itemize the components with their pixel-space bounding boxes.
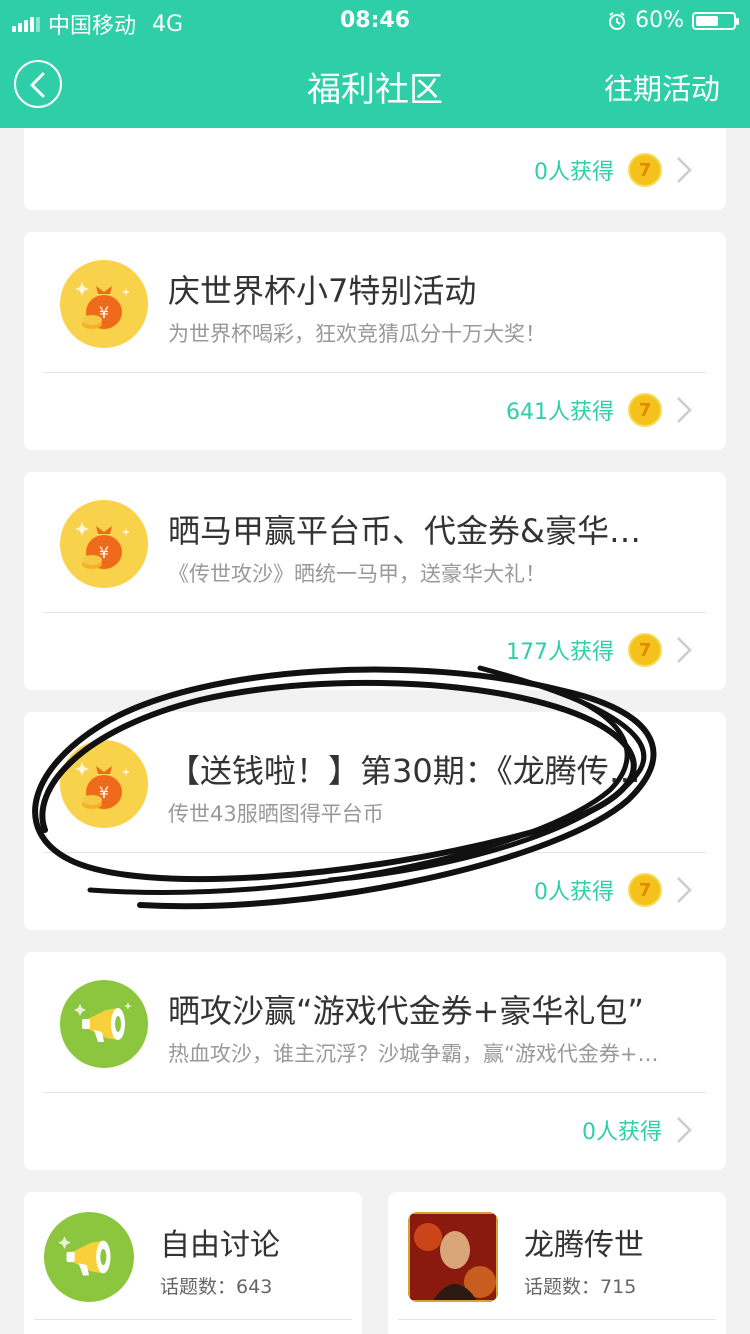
- status-right: 60%: [607, 8, 739, 33]
- coin-icon: 7: [628, 153, 662, 187]
- obtained-count: 641人获得: [506, 400, 614, 425]
- chevron-right-icon: [677, 397, 692, 423]
- divider: [44, 372, 706, 373]
- obtained-count: 177人获得: [506, 640, 614, 665]
- topics-label: 话题数：: [160, 1276, 237, 1298]
- coin-icon: 7: [628, 393, 662, 427]
- chevron-right-icon: [677, 1117, 692, 1143]
- megaphone-icon: [44, 1212, 134, 1302]
- activity-title: 【送钱啦！】第30期：《龙腾传…: [168, 752, 641, 790]
- divider: [44, 612, 706, 613]
- activity-card[interactable]: ¥ 【送钱啦！】第30期：《龙腾传… 传世43服晒图得平台币 0人获得 7: [24, 712, 726, 930]
- forum-card-longteng[interactable]: 龙腾传世 话题数：715: [388, 1192, 726, 1334]
- forum-name: 龙腾传世: [524, 1228, 644, 1263]
- nav-bar: 福利社区 往期活动: [0, 40, 750, 128]
- battery-percent: 60%: [635, 8, 684, 33]
- topics-value: 643: [236, 1276, 273, 1298]
- divider: [398, 1319, 716, 1320]
- activity-subtitle: 《传世攻沙》晒统一马甲，送豪华大礼！: [168, 562, 546, 586]
- alarm-icon: [609, 11, 626, 30]
- game-thumbnail: [408, 1212, 498, 1302]
- forum-card-free-discussion[interactable]: 自由讨论 话题数：643: [24, 1192, 362, 1334]
- activity-card-partial[interactable]: 0人获得 7: [24, 128, 726, 210]
- money-bag-icon: ¥: [60, 500, 148, 588]
- card-footer: 641人获得 7: [506, 390, 692, 430]
- divider: [44, 1092, 706, 1093]
- forum-topic-count: 话题数：715: [524, 1272, 636, 1299]
- obtained-count: 0人获得: [534, 880, 614, 905]
- activity-card[interactable]: 晒攻沙赢“游戏代金券+豪华礼包” 热血攻沙，谁主沉浮？沙城争霸，赢“游戏代金券+…: [24, 952, 726, 1170]
- activity-title: 晒攻沙赢“游戏代金券+豪华礼包”: [168, 992, 644, 1030]
- forum-topic-count: 话题数：643: [160, 1272, 272, 1299]
- battery-icon: [692, 11, 739, 30]
- past-activities-link[interactable]: 往期活动: [604, 66, 720, 108]
- coin-icon: 7: [628, 873, 662, 907]
- chevron-right-icon: [677, 877, 692, 903]
- card-footer: 0人获得: [582, 1110, 692, 1150]
- status-bar: 中国移动 4G 08:46 60%: [0, 0, 750, 40]
- obtained-count: 0人获得: [582, 1120, 662, 1145]
- megaphone-icon: [60, 980, 148, 1068]
- divider: [34, 1319, 352, 1320]
- card-footer: 0人获得 7: [534, 870, 692, 910]
- obtained-count: 0人获得: [534, 160, 614, 185]
- chevron-right-icon: [677, 637, 692, 663]
- card-footer: 0人获得 7: [534, 150, 692, 190]
- activity-subtitle: 为世界杯喝彩，狂欢竞猜瓜分十万大奖！: [168, 322, 546, 346]
- activity-card[interactable]: ¥ 庆世界杯小7特别活动 为世界杯喝彩，狂欢竞猜瓜分十万大奖！ 641人获得 7: [24, 232, 726, 450]
- activity-subtitle: 热血攻沙，谁主沉浮？沙城争霸，赢“游戏代金券+…: [168, 1042, 659, 1066]
- money-bag-icon: ¥: [60, 260, 148, 348]
- card-footer: 177人获得 7: [506, 630, 692, 670]
- chevron-right-icon: [677, 157, 692, 183]
- activity-subtitle: 传世43服晒图得平台币: [168, 802, 384, 826]
- forum-name: 自由讨论: [160, 1228, 280, 1263]
- activity-title: 晒马甲赢平台币、代金券&豪华…: [168, 512, 641, 550]
- divider: [44, 852, 706, 853]
- money-bag-icon: ¥: [60, 740, 148, 828]
- topics-value: 715: [600, 1276, 637, 1298]
- activity-card[interactable]: ¥ 晒马甲赢平台币、代金券&豪华… 《传世攻沙》晒统一马甲，送豪华大礼！ 177…: [24, 472, 726, 690]
- topics-label: 话题数：: [524, 1276, 601, 1298]
- activity-title: 庆世界杯小7特别活动: [168, 272, 477, 310]
- coin-icon: 7: [628, 633, 662, 667]
